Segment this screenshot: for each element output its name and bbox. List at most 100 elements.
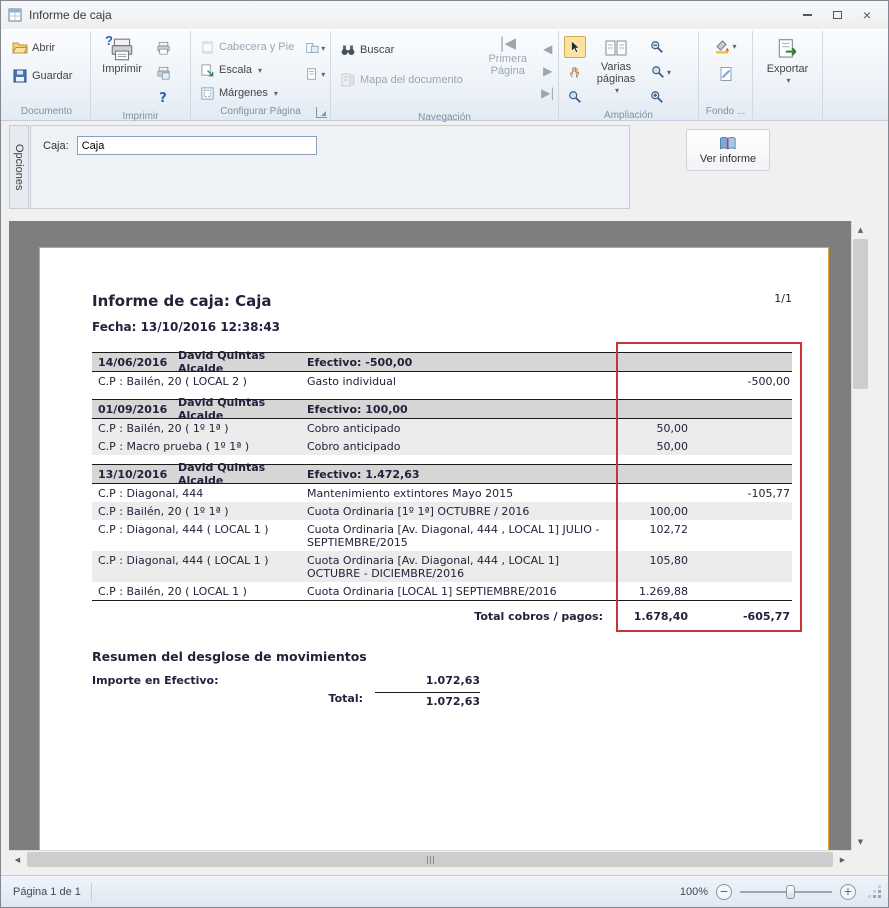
document-canvas[interactable]: Informe de caja: Caja 1/1 Fecha: 13/10/2… [9, 221, 851, 850]
page-color-button[interactable]: ▾ [709, 35, 743, 57]
zoom-slider-thumb[interactable] [786, 885, 795, 899]
report-title: Informe de caja: Caja [92, 292, 272, 310]
horizontal-scrollbar[interactable]: ◀ ▶ [9, 850, 851, 867]
scrollbar-corner [851, 850, 868, 867]
magnifier-tool-button[interactable] [564, 86, 586, 108]
zoom-in-icon [650, 90, 664, 104]
table-row: C.P : Bailén, 20 ( LOCAL 2 ) Gasto indiv… [92, 372, 792, 390]
hand-tool-button[interactable] [564, 61, 586, 83]
previous-page-button[interactable]: ◀ [537, 38, 559, 60]
dialog-launcher-icon[interactable] [316, 107, 327, 118]
multiple-pages-button[interactable]: Varias páginas ▾ [590, 34, 642, 108]
group-label-imprimir: Imprimir [91, 109, 190, 124]
table-row: C.P : Diagonal, 444 ( LOCAL 1 ) Cuota Or… [92, 551, 792, 582]
pointer-tool-button[interactable] [564, 36, 586, 58]
report-page-indicator: 1/1 [774, 292, 792, 305]
minimize-button[interactable] [792, 5, 822, 25]
chevron-down-icon: ▾ [321, 44, 325, 53]
table-row: C.P : Bailén, 20 ( 1º 1ª ) Cobro anticip… [92, 419, 792, 437]
vertical-scrollbar-thumb[interactable] [853, 239, 868, 389]
group-label-configurar: Configurar Página [191, 104, 330, 120]
help-button[interactable]: ? [152, 87, 174, 109]
table-total-row: Total cobros / pagos: 1.678,40 -605,77 [92, 601, 792, 623]
tab-opciones[interactable]: Opciones [9, 125, 29, 209]
scroll-up-icon[interactable]: ▲ [852, 221, 869, 238]
next-page-button[interactable]: ▶ [537, 60, 559, 82]
search-icon [340, 42, 356, 58]
zoom-out-button[interactable] [646, 36, 668, 58]
margins-icon [200, 86, 215, 101]
first-page-icon: |◀ [499, 37, 516, 49]
chevron-down-icon: ▾ [732, 42, 736, 51]
chevron-down-icon: ▾ [615, 85, 619, 97]
scroll-down-icon[interactable]: ▼ [852, 833, 869, 850]
close-button[interactable]: × [852, 5, 882, 25]
resize-grip[interactable] [868, 885, 882, 899]
quick-print-button[interactable] [152, 37, 174, 59]
scroll-right-icon[interactable]: ▶ [834, 851, 851, 868]
export-button[interactable]: Exportar ▾ [759, 34, 817, 104]
zoom-out-button-status[interactable]: − [716, 884, 732, 900]
open-button[interactable]: Abrir [8, 37, 85, 59]
group-header: 13/10/2016 David Quintas Alcalde Efectiv… [92, 464, 792, 484]
magnifier-icon [568, 90, 582, 104]
header-footer-button[interactable]: Cabecera y Pie [196, 36, 298, 58]
ribbon-group-imprimir: ? Imprimir ? Imprimir [91, 31, 191, 120]
print-options-icon [156, 66, 171, 81]
print-button[interactable]: ? Imprimir [96, 34, 148, 109]
orientation-icon [305, 41, 319, 55]
group-header: 01/09/2016 David Quintas Alcalde Efectiv… [92, 399, 792, 419]
summary-total-row: Total: 1.072,63 [92, 692, 480, 708]
search-button[interactable]: Buscar [336, 39, 467, 61]
quick-print-icon [156, 41, 171, 56]
orientation-button[interactable]: ▾ [300, 37, 330, 59]
previous-page-icon: ◀ [543, 42, 552, 56]
last-page-icon: ▶| [541, 86, 554, 100]
multiple-pages-icon [603, 37, 629, 61]
chevron-down-icon: ▾ [321, 70, 325, 79]
zoom-in-button-status[interactable]: + [840, 884, 856, 900]
print-options-button[interactable] [152, 62, 174, 84]
zoom-slider[interactable] [740, 884, 832, 900]
hand-icon [568, 65, 582, 79]
ribbon-group-fondo: ▾ Fondo ... [699, 31, 753, 120]
group-label-documento: Documento [3, 104, 90, 120]
save-icon [12, 68, 28, 84]
export-icon [775, 37, 801, 63]
document-map-icon [340, 72, 356, 88]
zoom-in-button[interactable] [646, 86, 668, 108]
maximize-button[interactable] [822, 5, 852, 25]
header-footer-icon [200, 40, 215, 55]
fill-color-icon [714, 38, 730, 54]
paper-size-button[interactable]: ▾ [300, 63, 330, 85]
ribbon: Abrir Guardar Documento ? Imprimir [1, 29, 888, 121]
minimize-icon [803, 14, 812, 16]
document-map-button[interactable]: Mapa del documento [336, 69, 467, 91]
watermark-button[interactable] [715, 63, 737, 85]
ribbon-group-documento: Abrir Guardar Documento [3, 31, 91, 120]
ribbon-group-ampliacion: Varias páginas ▾ ▾ Ampliación [559, 31, 699, 120]
chevron-down-icon: ▾ [274, 89, 278, 98]
horizontal-scrollbar-thumb[interactable] [27, 852, 833, 867]
preview-zone: Informe de caja: Caja 1/1 Fecha: 13/10/2… [9, 221, 868, 867]
last-page-button[interactable]: ▶| [537, 82, 559, 104]
maximize-icon [833, 11, 842, 19]
margins-button[interactable]: Márgenes ▾ [196, 82, 298, 104]
report-table: 14/06/2016 David Quintas Alcalde Efectiv… [92, 352, 792, 623]
zoom-out-icon [650, 40, 664, 54]
first-page-button[interactable]: |◀ Primera Página [481, 34, 535, 110]
save-button[interactable]: Guardar [8, 65, 85, 87]
page-count-label: Página 1 de 1 [7, 883, 92, 901]
vertical-scrollbar[interactable]: ▲ ▼ [851, 221, 868, 850]
zoom-level-button[interactable]: ▾ [646, 61, 676, 83]
ver-informe-button[interactable]: Ver informe [686, 129, 770, 171]
chevron-down-icon: ▾ [786, 75, 790, 87]
print-icon: ? [109, 37, 135, 63]
scale-button[interactable]: Escala ▾ [196, 59, 298, 81]
scroll-left-icon[interactable]: ◀ [9, 851, 26, 868]
chevron-down-icon: ▾ [667, 68, 671, 77]
table-row: C.P : Bailén, 20 ( 1º 1ª ) Cuota Ordinar… [92, 502, 792, 520]
caja-input[interactable] [77, 136, 317, 155]
scale-icon [200, 63, 215, 78]
table-row: C.P : Macro prueba ( 1º 1ª ) Cobro antic… [92, 437, 792, 455]
